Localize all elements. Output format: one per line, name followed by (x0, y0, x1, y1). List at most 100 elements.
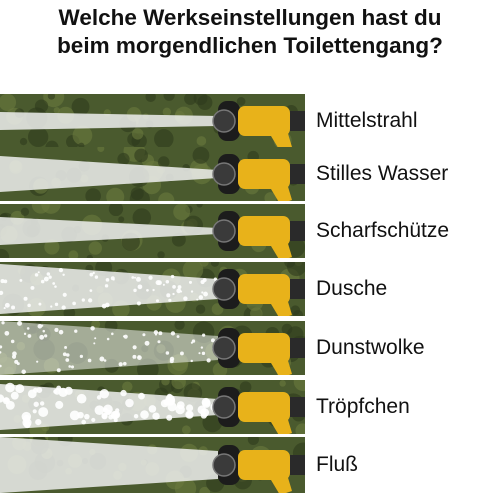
water-droplet (61, 305, 66, 310)
setting-row-stilles-wasser: Stilles Wasser (0, 147, 500, 201)
water-droplet (165, 396, 176, 406)
setting-label: Dunstwolke (316, 336, 425, 359)
water-droplet (132, 354, 137, 359)
nozzle-connector (290, 221, 305, 241)
water-droplet (113, 418, 118, 423)
water-droplet (196, 298, 199, 301)
water-droplet (26, 327, 30, 330)
setting-row-fluss: Fluß (0, 437, 500, 493)
water-droplet (148, 275, 153, 280)
foliage-blob (88, 241, 102, 255)
water-droplet (206, 358, 211, 363)
water-droplet (17, 321, 23, 326)
water-droplet (176, 335, 180, 338)
spray-illustration (0, 94, 305, 148)
water-droplet (79, 354, 84, 359)
water-droplet (203, 291, 208, 297)
water-droplet (19, 278, 23, 282)
nozzle-connector (290, 164, 305, 184)
water-droplet (39, 401, 45, 406)
water-droplet (64, 386, 73, 395)
water-droplet (111, 332, 114, 336)
water-droplet (54, 302, 59, 307)
water-droplet (74, 329, 78, 333)
water-droplet (42, 329, 46, 333)
water-droplet (55, 400, 64, 409)
foliage-blob (71, 97, 90, 116)
water-droplet (166, 414, 173, 421)
water-droplet (38, 302, 42, 306)
water-droplet (40, 279, 45, 284)
water-droplet (165, 351, 170, 355)
water-droplet (56, 368, 61, 373)
water-droplet (170, 274, 175, 279)
setting-row-mittelstrahl: Mittelstrahl (0, 94, 500, 148)
spray-photo-cone (0, 147, 305, 201)
water-droplet (5, 382, 15, 393)
water-droplet (76, 393, 87, 404)
water-droplet (81, 298, 86, 302)
water-droplet (198, 352, 201, 355)
water-droplet (137, 355, 141, 358)
water-droplet (152, 412, 160, 420)
foliage-blob (154, 129, 174, 148)
water-droplet (34, 273, 39, 277)
foliage-blob (192, 147, 210, 164)
spray-photo-shower (0, 262, 305, 316)
water-droplet (179, 351, 184, 356)
spray-illustration (0, 321, 305, 375)
foliage-blob (181, 425, 191, 434)
water-droplet (201, 351, 206, 356)
setting-label: Scharfschütze (316, 219, 450, 242)
water-droplet (190, 341, 193, 344)
water-droplet (144, 340, 150, 346)
water-droplet (186, 404, 194, 412)
nozzle-dial (212, 162, 236, 186)
nozzle-dial (212, 453, 236, 477)
foliage-blob (162, 107, 172, 117)
spray-illustration (0, 147, 305, 201)
foliage-blob (236, 97, 246, 106)
water-droplet (172, 285, 176, 289)
water-droplet (99, 356, 105, 362)
water-droplet (198, 295, 204, 300)
water-droplet (58, 329, 64, 335)
setting-label: Mittelstrahl (316, 109, 418, 132)
water-droplet (103, 359, 107, 362)
water-droplet (94, 337, 97, 340)
water-droplet (115, 408, 120, 413)
water-droplet (72, 301, 76, 306)
water-droplet (96, 395, 102, 400)
water-droplet (84, 413, 90, 420)
water-droplet (35, 418, 42, 426)
spray-photo-jet (0, 94, 305, 148)
nozzle-connector (290, 111, 305, 131)
water-droplet (27, 303, 31, 308)
water-droplet (37, 271, 40, 274)
water-droplet (36, 360, 39, 363)
water-droplet (122, 335, 126, 338)
water-droplet (43, 276, 49, 282)
water-droplet (200, 346, 204, 349)
water-droplet (66, 353, 70, 357)
water-droplet (201, 333, 206, 337)
water-droplet (52, 282, 56, 285)
water-droplet (177, 285, 182, 289)
water-droplet (87, 358, 92, 363)
water-droplet (106, 337, 110, 341)
nozzle-dial (212, 336, 236, 360)
water-droplet (0, 279, 5, 284)
water-droplet (162, 283, 165, 286)
water-droplet (125, 398, 134, 408)
water-droplet (120, 389, 127, 397)
setting-row-dunstwolke: Dunstwolke (0, 321, 500, 375)
water-droplet (32, 409, 37, 414)
water-droplet (148, 405, 157, 413)
water-droplet (170, 331, 176, 336)
water-droplet (158, 331, 163, 336)
water-droplet (197, 405, 207, 415)
water-droplet (39, 334, 45, 340)
water-droplet (105, 278, 110, 282)
spray-photo-sharp (0, 204, 305, 258)
water-droplet (166, 293, 171, 298)
